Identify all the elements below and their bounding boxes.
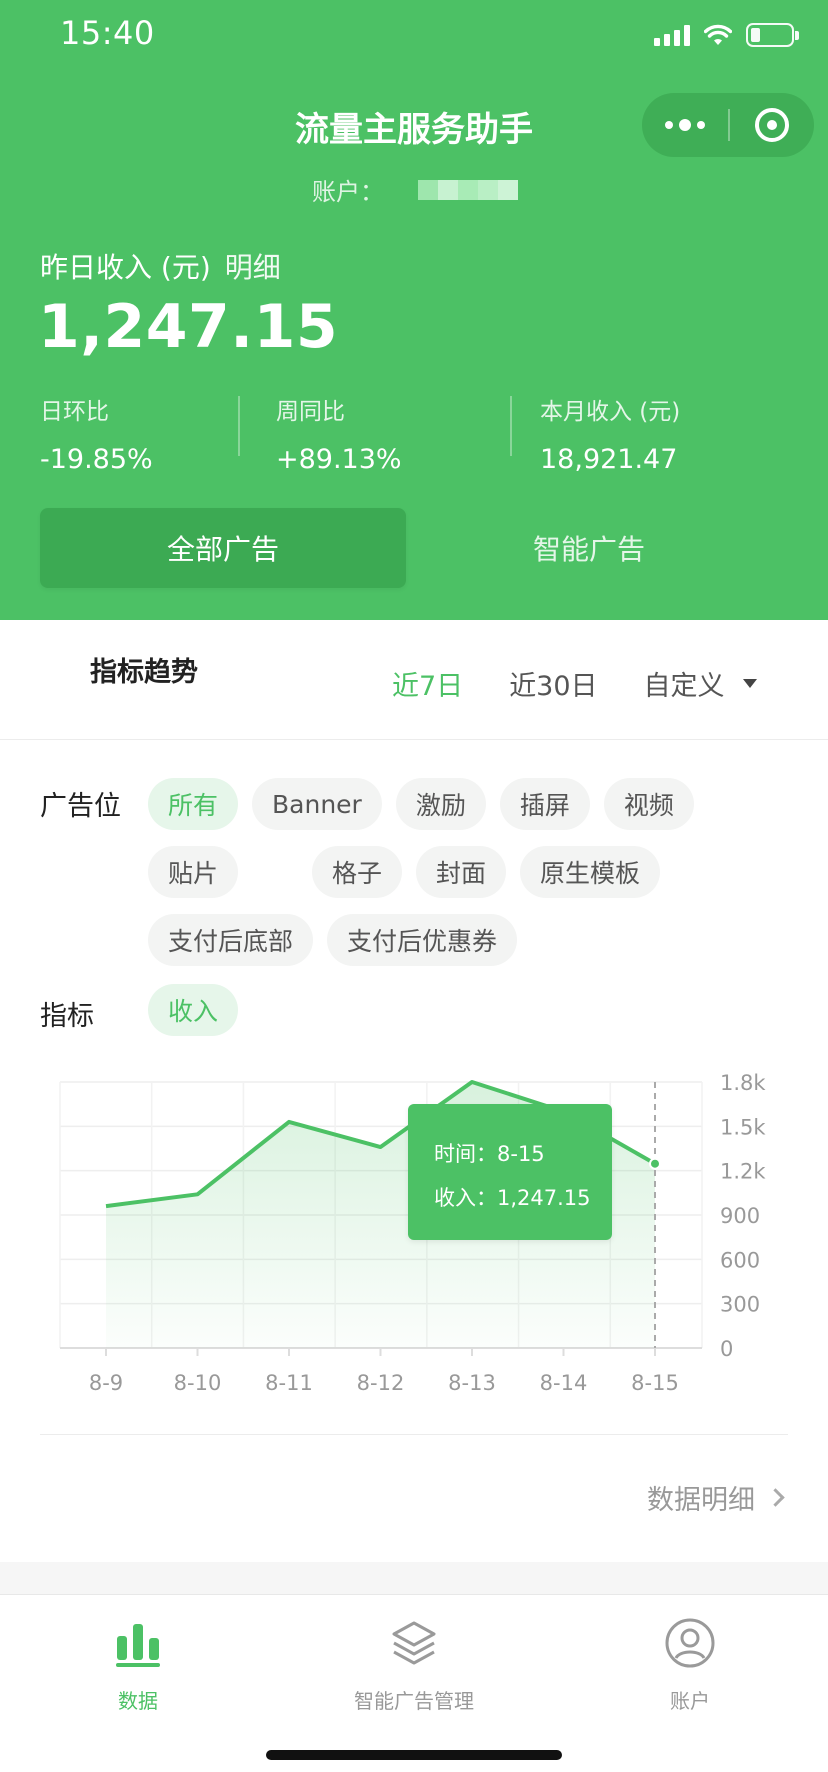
custom-range-label: 自定义 xyxy=(643,671,725,702)
trend-header: 指标趋势 近7日 近30日 自定义 xyxy=(0,620,828,740)
masked-account-id xyxy=(418,179,518,200)
range-tabs: 近7日 近30日 自定义 xyxy=(392,664,757,703)
chip-ad-position[interactable]: 激励 xyxy=(395,778,486,830)
x-tick-label: 8-9 xyxy=(89,1371,123,1395)
data-detail-link[interactable]: 数据明细 xyxy=(647,1478,785,1517)
tooltip-income: 收入：1,247.15 xyxy=(434,1186,591,1210)
income-value: 1,247.15 xyxy=(38,292,339,362)
cellular-signal-icon xyxy=(654,24,690,46)
tab-account-label: 账户 xyxy=(670,1689,710,1713)
bottom-tab-bar: 数据 智能广告管理 账户 xyxy=(0,1594,828,1772)
chip-ad-position[interactable]: 格子 xyxy=(312,846,403,898)
income-detail-link[interactable]: 明细 xyxy=(225,246,281,286)
bar-chart-icon xyxy=(108,1613,168,1673)
section-gap xyxy=(0,1562,828,1594)
metric-label: 指标 xyxy=(40,1001,94,1032)
ad-position-chips: 所有 Banner 激励 插屏 视频 贴片 格子 封面 原生模板 支付后底部 支… xyxy=(148,778,808,982)
chip-ad-position[interactable]: 所有 xyxy=(148,778,239,830)
income-label: 昨日收入 (元) xyxy=(40,251,211,284)
stat-month-income: 本月收入 (元) 18,921.47 xyxy=(510,392,790,475)
y-tick-label: 0 xyxy=(720,1337,733,1361)
y-tick-label: 1.2k xyxy=(720,1160,766,1184)
chart-tooltip: 时间：8-15 收入：1,247.15 xyxy=(408,1104,612,1240)
x-tick-label: 8-13 xyxy=(448,1371,496,1395)
stat-divider xyxy=(238,396,240,456)
x-tick-label: 8-15 xyxy=(631,1371,679,1395)
chip-ad-position[interactable]: 原生模板 xyxy=(520,846,661,898)
data-detail-label: 数据明细 xyxy=(647,1485,755,1516)
tab-custom-range[interactable]: 自定义 xyxy=(644,664,757,703)
battery-icon xyxy=(746,23,799,47)
chip-ad-position[interactable]: 支付后优惠券 xyxy=(327,914,518,966)
more-options-icon[interactable] xyxy=(642,93,728,157)
tab-data[interactable]: 数据 xyxy=(18,1613,258,1714)
chip-ad-position[interactable]: 支付后底部 xyxy=(148,914,314,966)
layers-icon xyxy=(384,1613,444,1673)
chip-ad-position[interactable]: 贴片 xyxy=(148,846,239,898)
chip-metric-income[interactable]: 收入 xyxy=(148,984,239,1036)
caret-down-icon xyxy=(742,679,757,688)
chip-ad-position[interactable]: 插屏 xyxy=(499,778,590,830)
tab-data-label: 数据 xyxy=(118,1689,158,1713)
stat-week-over-week: 周同比 +89.13% xyxy=(238,392,540,475)
metric-chips: 收入 xyxy=(148,984,808,1052)
x-tick-label: 8-14 xyxy=(540,1371,588,1395)
status-icons xyxy=(654,20,799,50)
x-tick-label: 8-10 xyxy=(174,1371,222,1395)
segment-all-ads[interactable]: 全部广告 xyxy=(40,508,406,588)
section-divider xyxy=(40,1434,788,1435)
status-time: 15:40 xyxy=(60,14,155,52)
chip-ad-position[interactable]: Banner xyxy=(252,778,382,830)
trend-title: 指标趋势 xyxy=(90,657,198,688)
tab-last-7-days[interactable]: 近7日 xyxy=(392,664,463,703)
tooltip-time: 时间：8-15 xyxy=(434,1142,545,1166)
y-tick-label: 1.5k xyxy=(720,1115,766,1139)
home-indicator xyxy=(266,1750,562,1760)
wifi-icon xyxy=(704,24,732,45)
chip-ad-position[interactable]: 视频 xyxy=(603,778,694,830)
tab-smart-ad-manage-label: 智能广告管理 xyxy=(354,1689,474,1713)
chip-ad-position[interactable]: 封面 xyxy=(416,846,507,898)
y-tick-label: 300 xyxy=(720,1293,760,1317)
y-tick-label: 600 xyxy=(720,1248,760,1272)
ad-position-label: 广告位 xyxy=(40,791,121,822)
header-panel: 15:40 流量主服务助手 账户： 昨日收入 (元) 明细 1,247.15 日… xyxy=(0,0,828,620)
close-mini-program-icon[interactable] xyxy=(730,93,814,157)
y-tick-label: 900 xyxy=(720,1204,760,1228)
segment-smart-ads[interactable]: 智能广告 xyxy=(406,508,772,588)
stat-day-over-day: 日环比 -19.85% xyxy=(40,399,153,475)
y-tick-label: 1.8k xyxy=(720,1071,766,1095)
tab-smart-ad-manage[interactable]: 智能广告管理 xyxy=(294,1613,534,1714)
income-label-row: 昨日收入 (元) 明细 xyxy=(40,246,281,286)
tab-last-30-days[interactable]: 近30日 xyxy=(509,664,597,703)
mini-program-capsule xyxy=(642,93,814,157)
account-row: 账户： xyxy=(312,172,518,207)
chart-point[interactable] xyxy=(649,1157,661,1170)
account-label: 账户： xyxy=(312,178,384,206)
ad-type-segment: 全部广告 智能广告 xyxy=(40,508,788,588)
x-tick-label: 8-11 xyxy=(265,1371,313,1395)
stat-divider xyxy=(510,396,512,456)
user-icon xyxy=(660,1613,720,1673)
x-tick-label: 8-12 xyxy=(357,1371,405,1395)
tab-account[interactable]: 账户 xyxy=(570,1613,810,1714)
stats-row: 日环比 -19.85% 周同比 +89.13% 本月收入 (元) 18,921.… xyxy=(40,392,790,475)
chevron-right-icon xyxy=(766,1488,785,1507)
